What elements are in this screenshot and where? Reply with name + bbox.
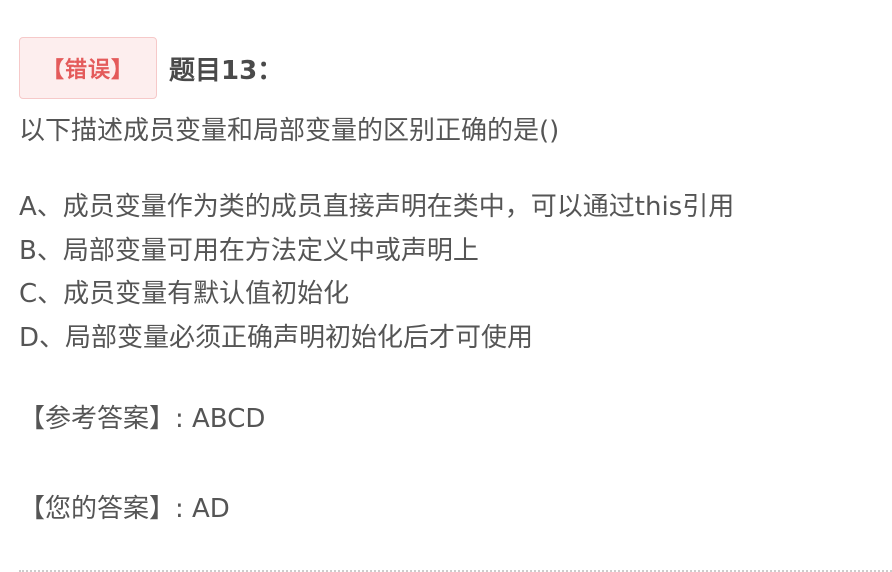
option-d: D、局部变量必须正确声明初始化后才可使用 [19,322,534,353]
status-badge: 【错误】 [19,37,157,99]
option-c: C、成员变量有默认值初始化 [19,279,350,309]
options-list: A、成员变量作为类的成员直接声明在类中，可以通过this引用 B、局部变量可用在… [19,186,734,360]
question-header: 【错误】 题目13： [19,36,283,100]
question-text: 以下描述成员变量和局部变量的区别正确的是() [19,116,560,146]
your-answer: 【您的答案】: AD [19,494,230,524]
option-b: B、局部变量可用在方法定义中或声明上 [19,235,479,266]
question-title: 题目13： [169,55,284,86]
reference-answer: 【参考答案】: ABCD [19,404,266,434]
option-a: A、成员变量作为类的成员直接声明在类中，可以通过this引用 [19,192,735,222]
